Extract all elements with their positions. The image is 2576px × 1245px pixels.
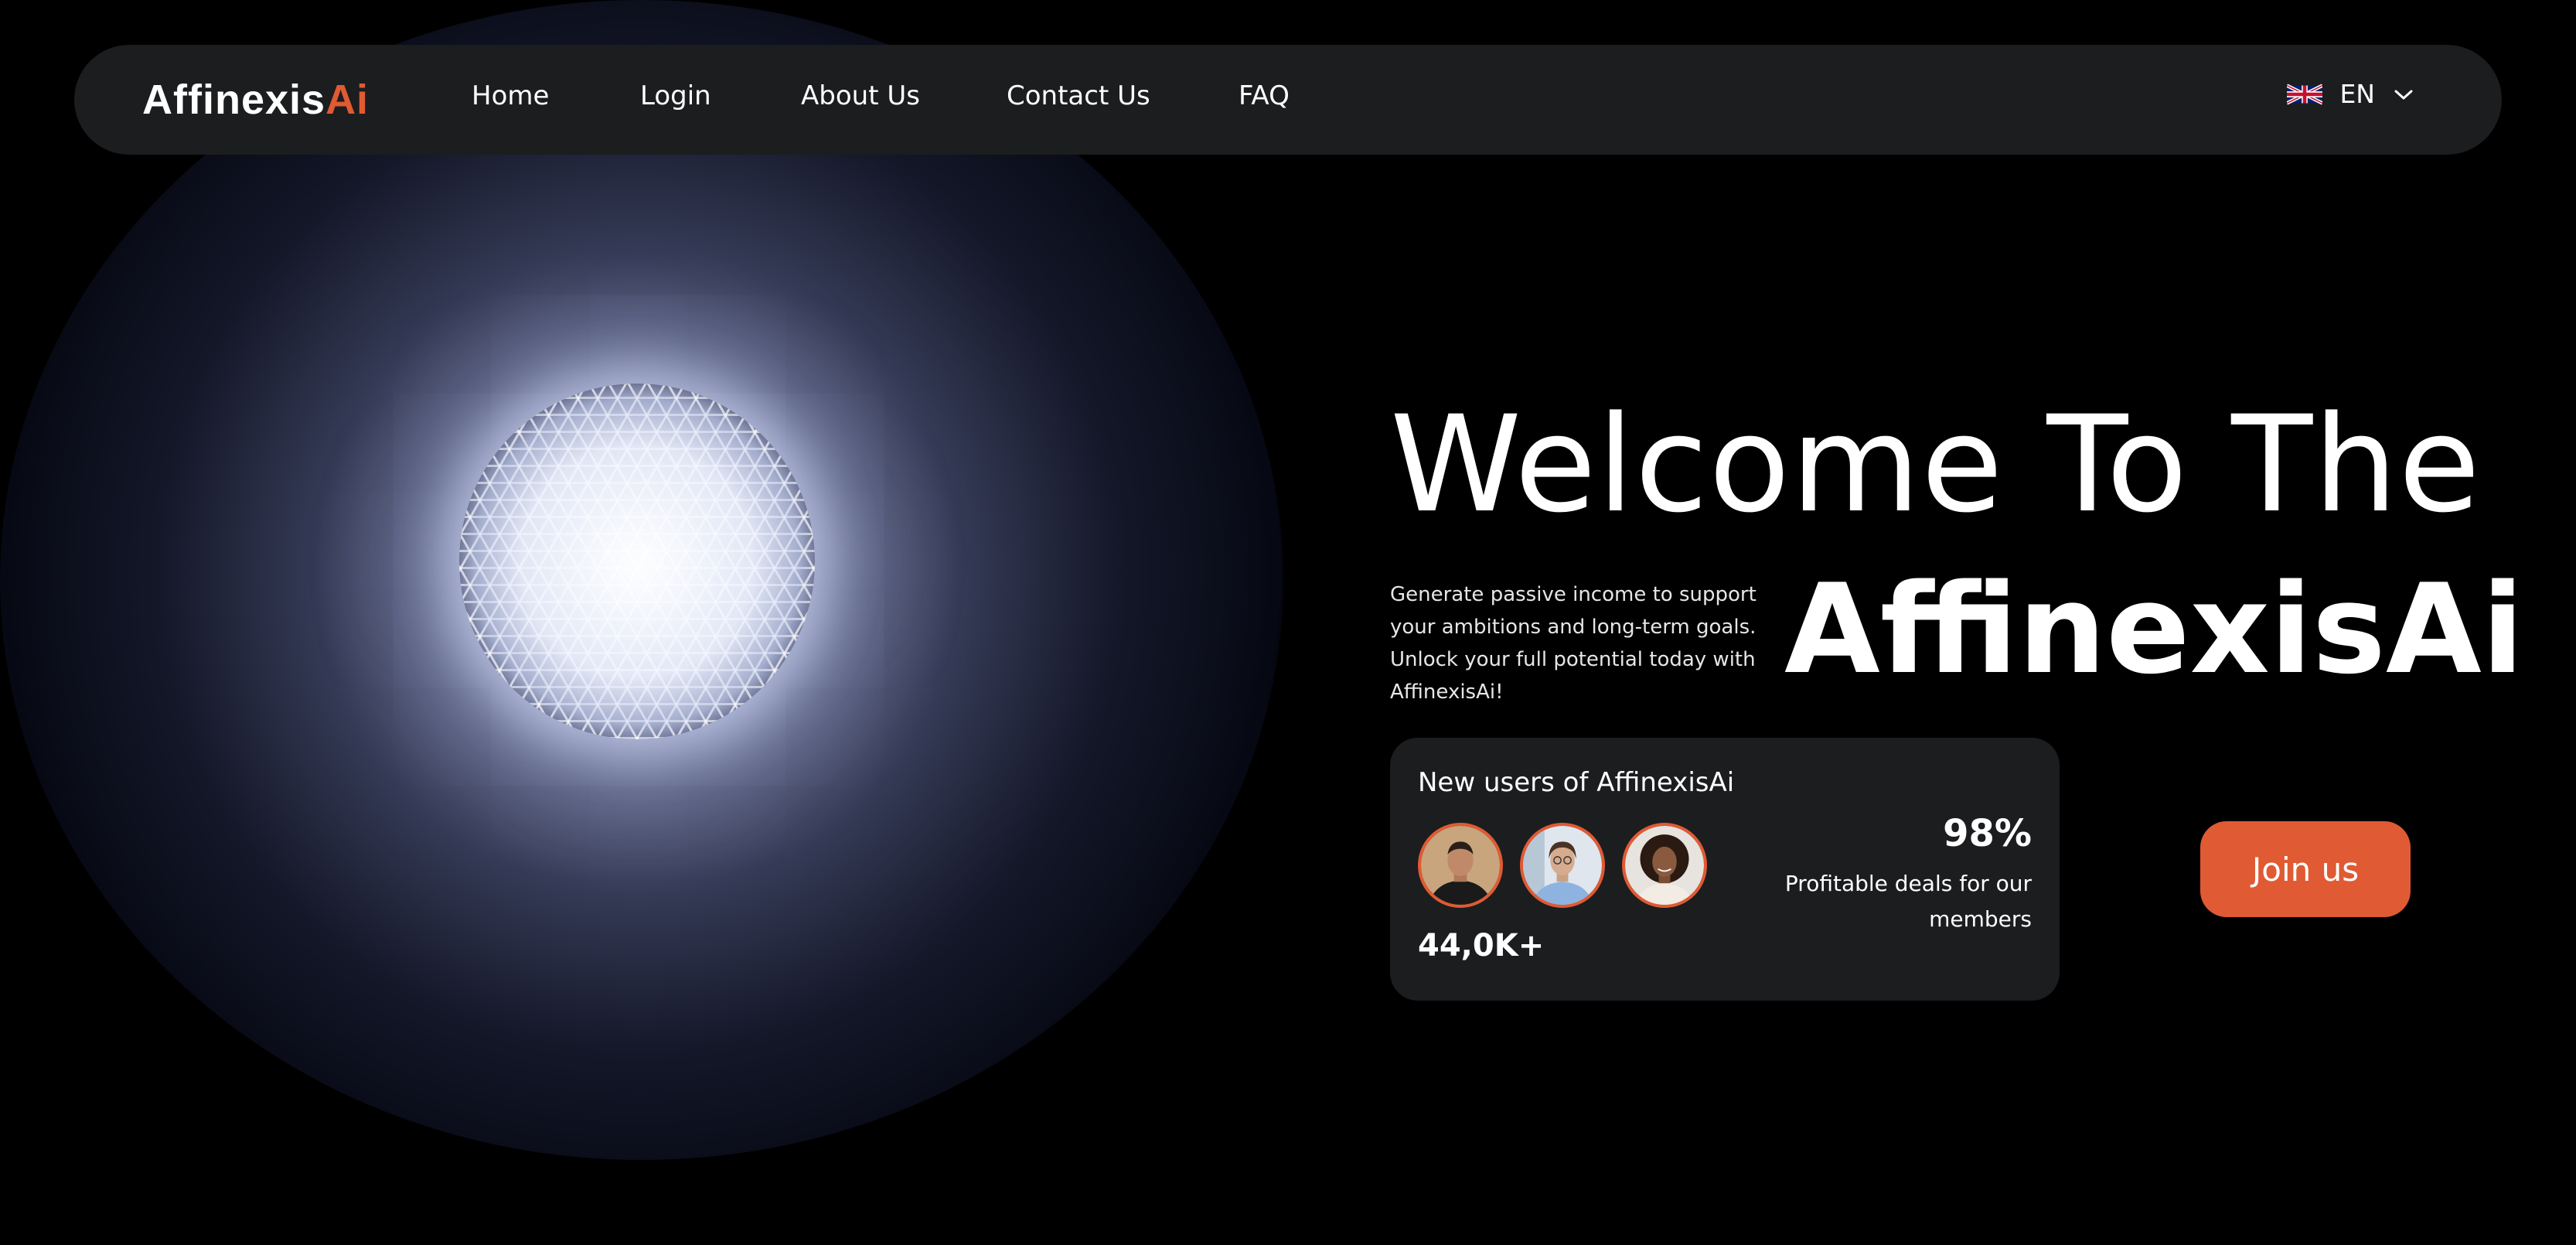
nav-faq-link[interactable]: FAQ (1239, 80, 1290, 111)
new-users-card: New users of AffinexisAi 44,0K+ 98% Prof… (1390, 738, 2060, 1001)
brand-logo[interactable]: AffinexisAi (142, 76, 369, 124)
avatar-man (1418, 823, 1503, 908)
nav-home-link[interactable]: Home (472, 80, 549, 111)
hero-title: Welcome To The (1390, 387, 2482, 542)
avatar-woman-curly (1622, 823, 1707, 908)
profit-percentage: 98% (1943, 812, 2032, 855)
landing-page: AffinexisAi Home Login About Us Contact … (0, 0, 2576, 1245)
join-us-button[interactable]: Join us (2200, 821, 2411, 917)
nav-login-link[interactable]: Login (640, 80, 711, 111)
nav-about-link[interactable]: About Us (801, 80, 920, 111)
hero-description: Generate passive income to support your … (1390, 583, 1757, 704)
language-code: EN (2339, 79, 2375, 109)
hero-backdrop (0, 0, 1283, 1160)
top-navbar: AffinexisAi Home Login About Us Contact … (74, 45, 2502, 155)
uk-flag-icon (2287, 83, 2323, 105)
glowing-sphere-image (459, 384, 815, 739)
chevron-down-icon (2394, 90, 2413, 99)
avatar-woman-glasses (1520, 823, 1605, 908)
new-users-count: 44,0K+ (1418, 928, 1545, 964)
language-selector[interactable]: EN (2287, 79, 2415, 109)
card-title: New users of AffinexisAi (1418, 767, 1735, 798)
profit-percentage-label: Profitable deals for our members (1784, 871, 2032, 932)
hero-brand-name: AffinexisAi (1784, 557, 2524, 701)
nav-contact-link[interactable]: Contact Us (1007, 80, 1150, 111)
